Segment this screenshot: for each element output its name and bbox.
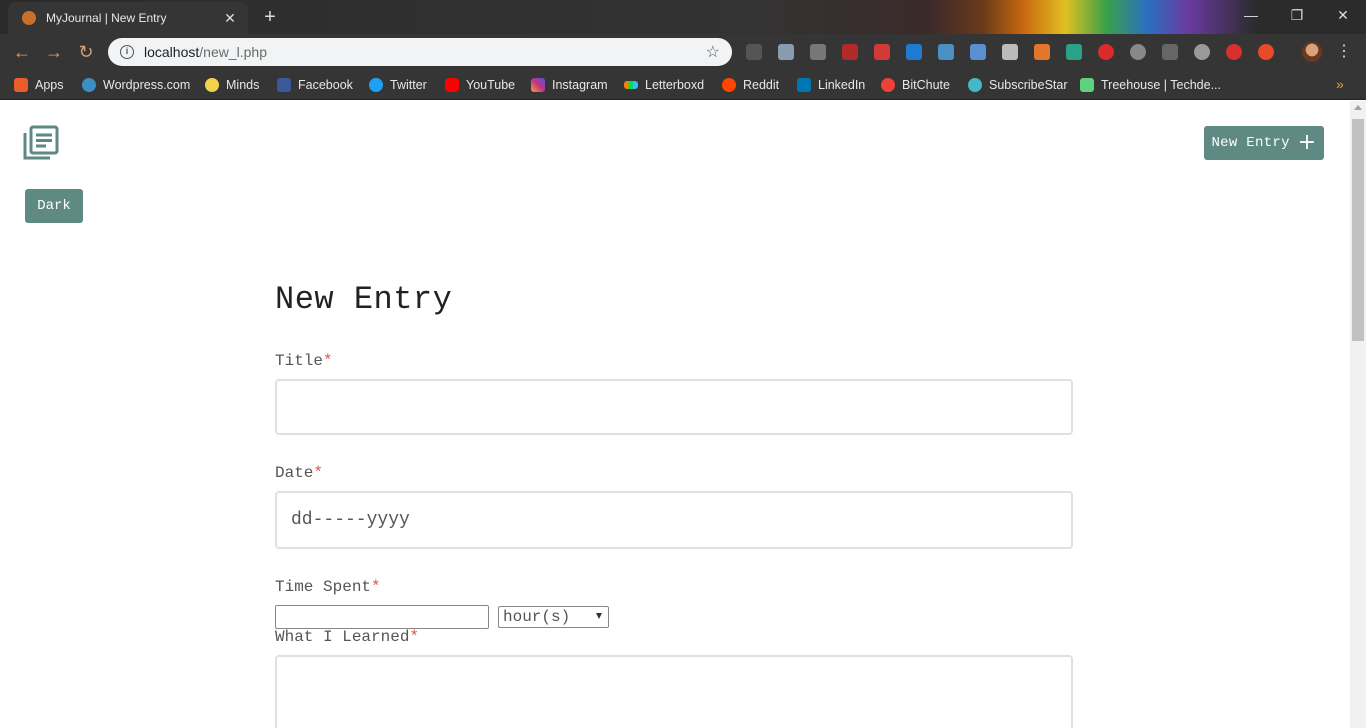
new-tab-icon[interactable]: + (258, 6, 282, 29)
bitchute-icon (881, 78, 895, 92)
minimize-icon[interactable]: — (1228, 0, 1274, 30)
address-bar[interactable]: i localhost/new_l.php ☆ (108, 38, 732, 66)
time-spent-input[interactable] (275, 605, 489, 629)
bookmark-bitchute[interactable]: BitChute (881, 76, 950, 94)
extension-screenshot-icon[interactable] (970, 44, 986, 60)
youtube-icon (445, 78, 459, 92)
extension-icon[interactable] (746, 44, 762, 60)
facebook-icon (277, 78, 291, 92)
lightbulb-icon (205, 78, 219, 92)
bookmark-instagram[interactable]: Instagram (531, 76, 608, 94)
reload-icon[interactable]: ↻ (74, 41, 98, 63)
extension-infinity-icon[interactable] (1258, 44, 1274, 60)
forward-arrow-icon[interactable]: → (42, 41, 66, 63)
back-arrow-icon[interactable]: ← (10, 41, 34, 63)
letterboxd-icon (624, 81, 638, 89)
title-label: Title* (275, 352, 333, 370)
bookmark-youtube[interactable]: YouTube (445, 76, 515, 94)
what-i-learned-textarea[interactable] (275, 655, 1073, 728)
date-label: Date* (275, 464, 324, 482)
bookmark-wordpress[interactable]: Wordpress.com (82, 76, 190, 94)
what-i-learned-label: What I Learned* (275, 628, 420, 646)
browser-tabstrip: MyJournal | New Entry ✕ + — ❐ ✕ (0, 0, 1366, 34)
bookmark-subscribestar[interactable]: SubscribeStar (968, 76, 1068, 94)
scrollbar-thumb[interactable] (1352, 119, 1364, 341)
site-favicon-icon (22, 11, 36, 25)
site-info-icon[interactable]: i (120, 45, 134, 59)
page-title: New Entry (275, 281, 453, 318)
date-input[interactable]: dd-----yyyy (275, 491, 1073, 549)
instagram-icon (531, 78, 545, 92)
extension-stylus-icon[interactable] (1066, 44, 1082, 60)
restore-icon[interactable]: ❐ (1274, 0, 1320, 30)
extension-block-icon[interactable] (1098, 44, 1114, 60)
tab-close-icon[interactable]: ✕ (222, 10, 238, 27)
new-entry-button[interactable]: New Entry + (1204, 126, 1324, 160)
profile-avatar[interactable] (1302, 42, 1322, 62)
dropdown-arrow-icon (596, 613, 602, 619)
extension-windows-icon[interactable] (938, 44, 954, 60)
bookmark-minds[interactable]: Minds (205, 76, 259, 94)
twitter-icon (369, 78, 383, 92)
bookmarks-bar: Apps Wordpress.com Minds Facebook Twitte… (0, 70, 1366, 100)
browser-toolbar: ← → ↻ i localhost/new_l.php ☆ ⋮ (0, 34, 1366, 70)
journal-logo-icon[interactable] (22, 125, 60, 161)
extension-wrench-icon[interactable] (1002, 44, 1018, 60)
bookmarks-overflow-icon[interactable]: » (1336, 76, 1344, 92)
window-close-icon[interactable]: ✕ (1320, 0, 1366, 30)
bookmark-reddit[interactable]: Reddit (722, 76, 779, 94)
wordpress-icon (82, 78, 96, 92)
extension-glasses-icon[interactable] (1162, 44, 1178, 60)
address-url: localhost/new_l.php (144, 44, 267, 60)
extension-css-icon[interactable] (810, 44, 826, 60)
browser-tab[interactable]: MyJournal | New Entry ✕ (8, 2, 248, 34)
title-input[interactable] (275, 379, 1073, 435)
apps-grid-icon (14, 78, 28, 92)
scroll-up-icon[interactable] (1354, 105, 1362, 110)
extension-s-icon[interactable] (906, 44, 922, 60)
subscribestar-icon (968, 78, 982, 92)
bookmark-twitter[interactable]: Twitter (369, 76, 427, 94)
extension-fox-icon[interactable] (1034, 44, 1050, 60)
date-placeholder: dd-----yyyy (291, 510, 410, 530)
time-spent-label: Time Spent* (275, 578, 381, 596)
treehouse-icon (1080, 78, 1094, 92)
bookmark-letterboxd[interactable]: Letterboxd (624, 76, 704, 94)
reddit-icon (722, 78, 736, 92)
browser-menu-icon[interactable]: ⋮ (1336, 42, 1352, 62)
extension-pdf-icon[interactable] (842, 44, 858, 60)
bookmark-facebook[interactable]: Facebook (277, 76, 353, 94)
extension-chat-icon[interactable] (1194, 44, 1210, 60)
extension-m-icon[interactable] (1130, 44, 1146, 60)
plus-icon: + (1297, 130, 1317, 155)
bookmark-apps[interactable]: Apps (14, 76, 64, 94)
extension-calendar-icon[interactable] (874, 44, 890, 60)
extension-red-icon[interactable] (1226, 44, 1242, 60)
bookmark-star-icon[interactable]: ☆ (706, 42, 720, 62)
dark-mode-button[interactable]: Dark (25, 189, 83, 223)
page-scrollbar[interactable] (1350, 101, 1366, 728)
bookmark-linkedin[interactable]: LinkedIn (797, 76, 865, 94)
bookmark-treehouse[interactable]: Treehouse | Techde... (1080, 76, 1221, 94)
time-unit-select[interactable]: hour(s) (498, 606, 609, 628)
extension-shield-icon[interactable] (778, 44, 794, 60)
tab-title: MyJournal | New Entry (46, 11, 167, 25)
page-content: New Entry + Dark New Entry Title* Date* d… (0, 101, 1350, 728)
linkedin-icon (797, 78, 811, 92)
